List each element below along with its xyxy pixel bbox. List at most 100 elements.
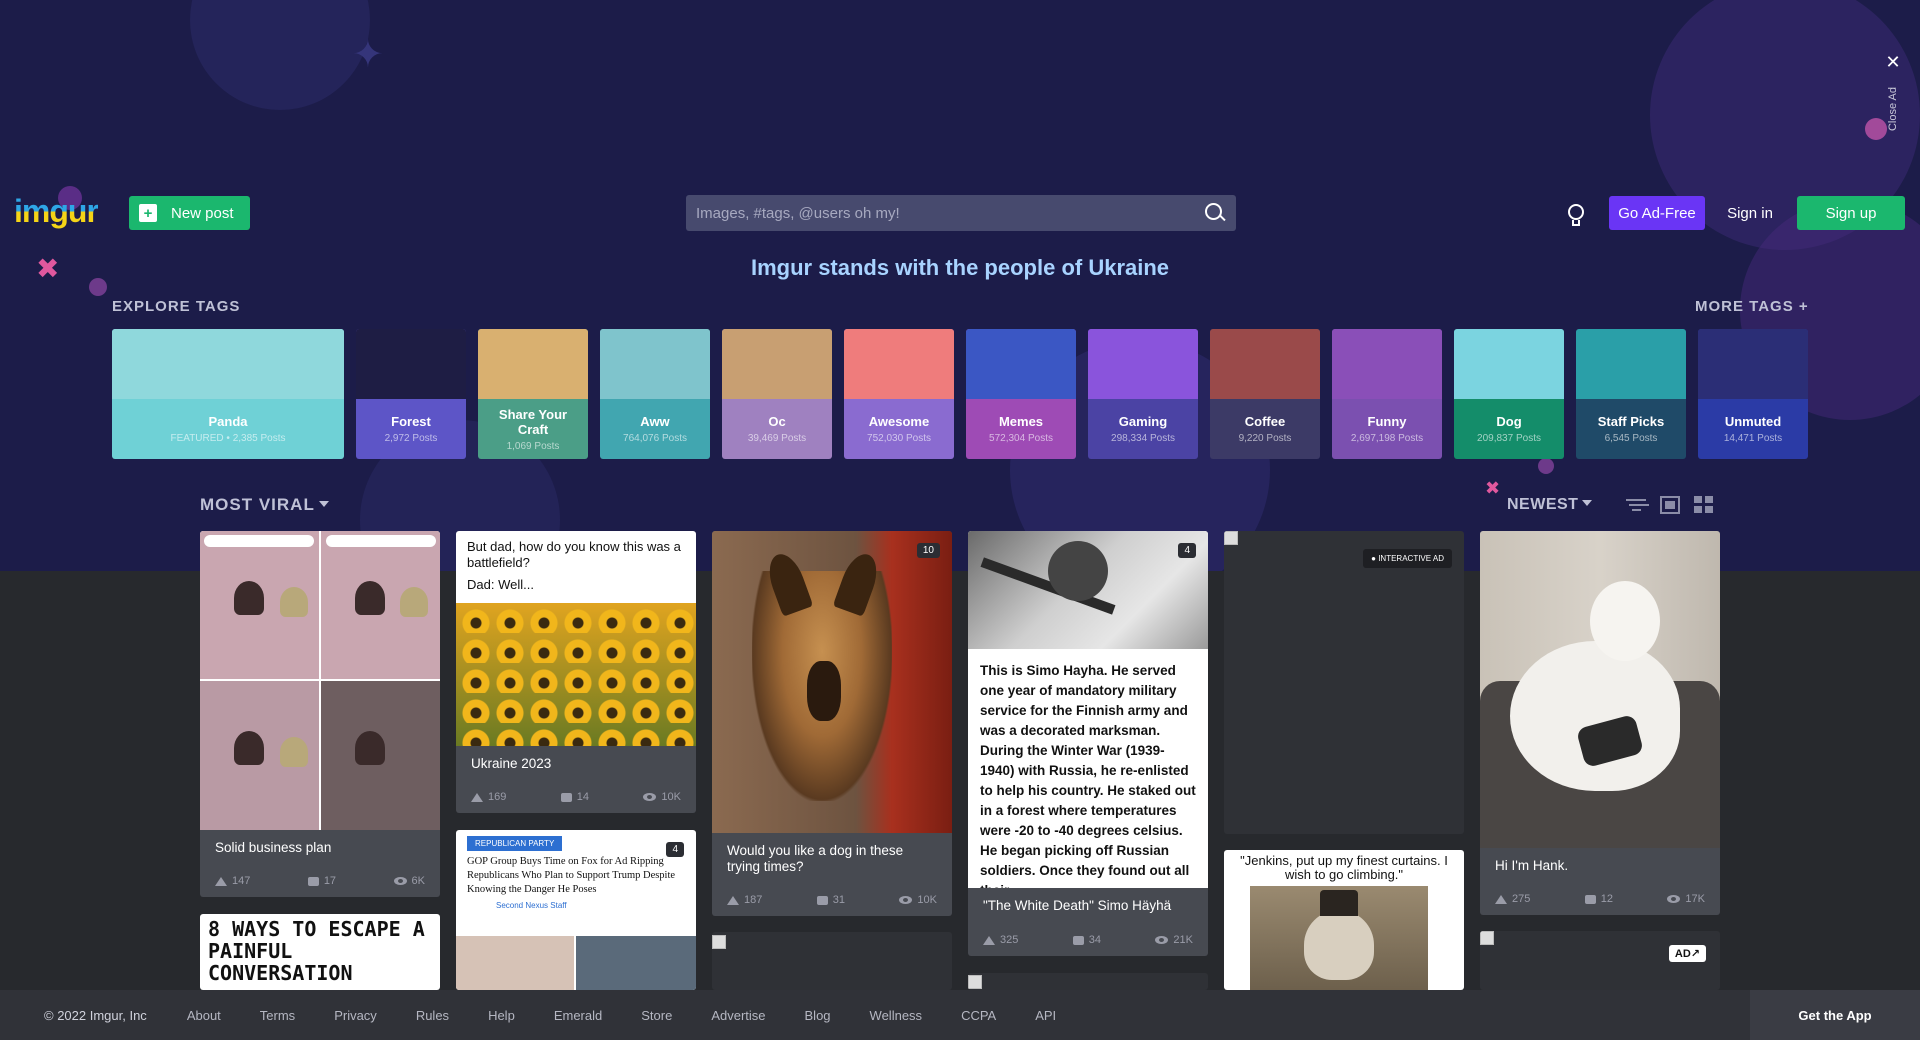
post-title: Solid business plan	[215, 840, 332, 855]
tag-tile[interactable]: Staff Picks 6,545 Posts	[1576, 329, 1686, 459]
tag-post-count: 39,469 Posts	[747, 433, 807, 444]
image-count-badge: 4	[1178, 543, 1196, 558]
tag-info: Forest 2,972 Posts	[356, 399, 466, 459]
sort-dropdown[interactable]: NEWEST	[1507, 496, 1593, 514]
tag-name: Panda	[208, 414, 248, 429]
tag-info: Funny 2,697,198 Posts	[1332, 399, 1442, 459]
tag-artwork	[600, 329, 710, 399]
sign-up-button[interactable]: Sign up	[1797, 196, 1905, 230]
post-card[interactable]: But dad, how do you know this was a batt…	[456, 531, 696, 813]
tag-tile[interactable]: Gaming 298,334 Posts	[1088, 329, 1198, 459]
upvote-icon	[983, 935, 995, 945]
post-card[interactable]: Hi I'm Hank. 275 12 17K	[1480, 531, 1720, 915]
search-icon[interactable]	[1204, 202, 1226, 224]
new-post-label: New post	[171, 204, 234, 222]
footer: © 2022 Imgur, Inc About Terms Privacy Rules…	[0, 990, 1920, 1040]
post-card[interactable]: 4 This is Simo Hayha. He served one year…	[968, 531, 1208, 956]
tag-info: Coffee 9,220 Posts	[1210, 399, 1320, 459]
views-icon	[643, 793, 657, 801]
tag-tile[interactable]: Memes 572,304 Posts	[966, 329, 1076, 459]
tag-tile[interactable]: Panda FEATURED • 2,385 Posts	[112, 329, 344, 459]
tag-name: Memes	[998, 414, 1044, 429]
tag-post-count: 6,545 Posts	[1604, 433, 1658, 444]
post-card[interactable]: REPUBLICAN PARTY 4 GOP Group Buys Time o…	[456, 830, 696, 990]
post-title: "The White Death" Simo Häyhä	[983, 898, 1172, 913]
post-stats: 147 17 6K	[215, 875, 425, 887]
views-icon	[393, 877, 407, 885]
tag-name: Staff Picks	[1597, 414, 1665, 429]
post-stats: 325 34 21K	[983, 934, 1193, 946]
footer-link-emerald[interactable]: Emerald	[554, 1008, 602, 1023]
tag-tile[interactable]: Awesome 752,030 Posts	[844, 329, 954, 459]
more-tags-link[interactable]: MORE TAGS +	[1695, 298, 1809, 315]
tag-tile[interactable]: Funny 2,697,198 Posts	[1332, 329, 1442, 459]
views-icon	[1155, 936, 1169, 944]
footer-link-api[interactable]: API	[1035, 1008, 1056, 1023]
tag-info: Unmuted 14,471 Posts	[1698, 399, 1808, 459]
comment-count: 12	[1600, 893, 1614, 905]
tag-tile[interactable]: Unmuted 14,471 Posts	[1698, 329, 1808, 459]
close-ad-label: Close Ad	[1887, 86, 1899, 132]
tag-tile[interactable]: Aww 764,076 Posts	[600, 329, 710, 459]
post-card[interactable]: Solid business plan 147 17 6K	[200, 531, 440, 897]
post-image: But dad, how do you know this was a batt…	[456, 531, 696, 746]
tag-info: Awesome 752,030 Posts	[844, 399, 954, 459]
footer-link-blog[interactable]: Blog	[805, 1008, 831, 1023]
tag-tile[interactable]: Share Your Craft 1,069 Posts	[478, 329, 588, 459]
copyright: © 2022 Imgur, Inc	[44, 1007, 147, 1023]
new-post-button[interactable]: + New post	[129, 196, 250, 230]
upvote-icon	[1495, 894, 1507, 904]
post-card[interactable]: 10 Would you like a dog in these trying …	[712, 531, 952, 916]
footer-link-ccpa[interactable]: CCPA	[961, 1008, 996, 1023]
broken-image-icon	[1480, 931, 1494, 945]
ad-badge[interactable]: AD↗	[1668, 945, 1706, 962]
grid-view-icon[interactable]	[1694, 496, 1714, 514]
footer-link-wellness[interactable]: Wellness	[870, 1008, 923, 1023]
ad-card[interactable]: ● INTERACTIVE AD	[1224, 531, 1464, 834]
post-card[interactable]: "Jenkins, put up my finest curtains. I w…	[1224, 850, 1464, 990]
image-count-badge: 4	[666, 842, 684, 857]
footer-link-rules[interactable]: Rules	[416, 1008, 449, 1023]
go-ad-free-button[interactable]: Go Ad-Free	[1609, 196, 1705, 230]
footer-link-help[interactable]: Help	[488, 1008, 515, 1023]
post-card[interactable]: 8 WAYS TO ESCAPE A PAINFUL CONVERSATION	[200, 914, 440, 990]
tag-tile[interactable]: Dog 209,837 Posts	[1454, 329, 1564, 459]
news-source: Second Nexus Staff	[496, 901, 567, 910]
most-viral-dropdown[interactable]: MOST VIRAL	[200, 495, 329, 515]
footer-link-store[interactable]: Store	[641, 1008, 672, 1023]
explore-tags-title: EXPLORE TAGS	[112, 298, 241, 315]
footer-link-about[interactable]: About	[187, 1008, 221, 1023]
tag-name: Dog	[1496, 414, 1522, 429]
footer-link-terms[interactable]: Terms	[260, 1008, 295, 1023]
wide-view-icon[interactable]	[1660, 496, 1680, 514]
tag-tile[interactable]: Forest 2,972 Posts	[356, 329, 466, 459]
post-image-text: 8 WAYS TO ESCAPE A PAINFUL CONVERSATION	[208, 917, 425, 985]
post-card-loading[interactable]	[968, 973, 1208, 990]
post-image-subtext: Dad: Well...	[467, 577, 534, 592]
footer-link-advertise[interactable]: Advertise	[711, 1008, 765, 1023]
post-card-loading[interactable]	[712, 932, 952, 990]
close-ad-button[interactable]: ✕ Close Ad	[1882, 52, 1904, 131]
get-app-button[interactable]: Get the App	[1750, 990, 1920, 1040]
tag-artwork	[1088, 329, 1198, 399]
tag-post-count: 2,697,198 Posts	[1350, 433, 1424, 444]
tag-name: Aww	[640, 414, 670, 429]
search-input[interactable]	[696, 204, 1204, 222]
tag-tile[interactable]: Coffee 9,220 Posts	[1210, 329, 1320, 459]
post-image: 10	[712, 531, 952, 833]
most-viral-label: MOST VIRAL	[200, 495, 315, 514]
tag-artwork	[1454, 329, 1564, 399]
ad-card[interactable]: AD↗	[1480, 931, 1720, 990]
tag-tile[interactable]: Oc 39,469 Posts	[722, 329, 832, 459]
notification-icon[interactable]	[1566, 202, 1586, 226]
decor-bubble	[190, 0, 370, 110]
filter-icon[interactable]	[1626, 496, 1646, 514]
imgur-logo[interactable]: imgur	[14, 193, 99, 230]
ukraine-banner-text: Imgur stands with the people of Ukraine	[750, 255, 1170, 280]
chevron-down-icon	[1582, 500, 1593, 506]
tag-info: Share Your Craft 1,069 Posts	[478, 399, 588, 459]
sign-in-link[interactable]: Sign in	[1716, 196, 1784, 230]
views-icon	[899, 896, 913, 904]
upvote-count: 187	[744, 894, 763, 906]
footer-link-privacy[interactable]: Privacy	[334, 1008, 377, 1023]
